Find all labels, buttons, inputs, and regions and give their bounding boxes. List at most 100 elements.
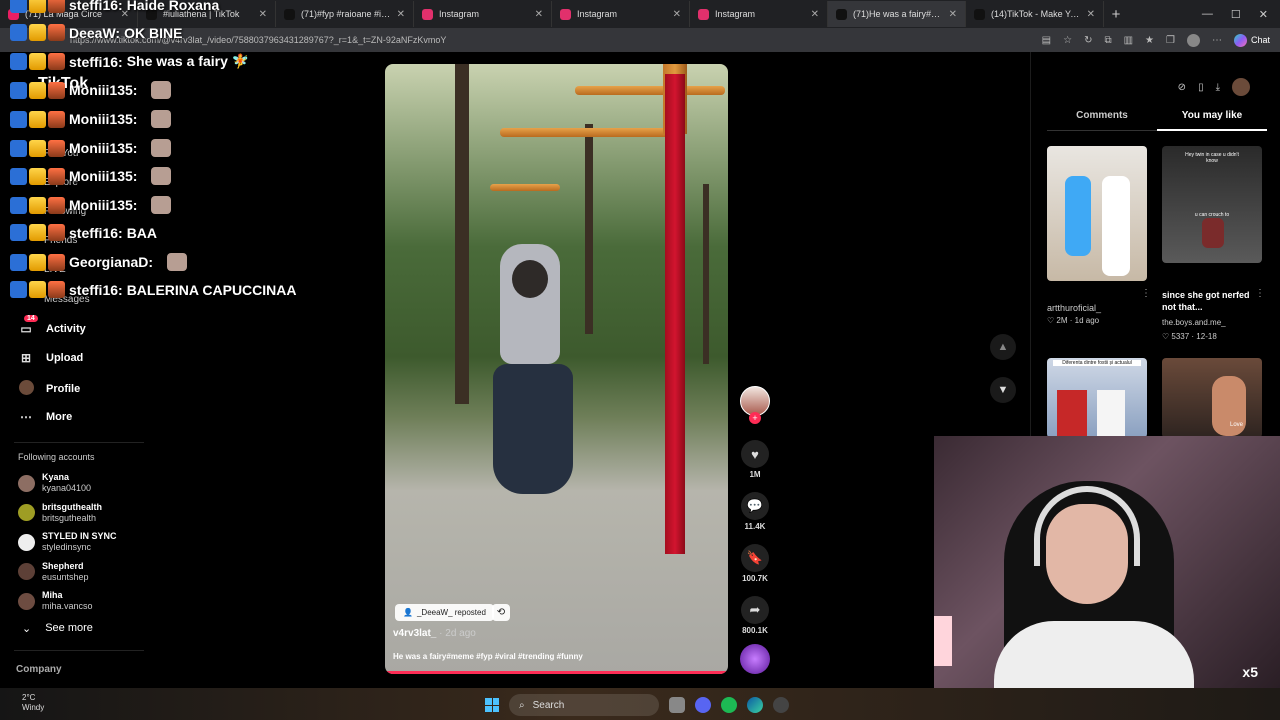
browser-tab[interactable]: (71)He was a fairy#meme ✕: [828, 1, 966, 27]
recommended-thumbnail[interactable]: [1047, 146, 1147, 281]
more-options-icon[interactable]: ⋮: [1141, 288, 1151, 299]
minimize-button[interactable]: —: [1202, 8, 1213, 21]
see-more-button[interactable]: ⌄ See more: [22, 622, 93, 635]
chat-button[interactable]: Chat: [1233, 33, 1270, 47]
share-icon: ➦: [741, 596, 769, 624]
comment-button[interactable]: 💬 11.4K: [739, 492, 771, 531]
obs-icon[interactable]: [773, 697, 789, 713]
heart-icon: ♥: [741, 440, 769, 468]
video-player[interactable]: 👤 _DeeaW_ reposted ⟲ v4rv3lat_ · 2d ago H…: [385, 64, 728, 674]
chat-message: steffi16: BAA: [10, 224, 157, 241]
browser-tab[interactable]: Instagram ✕: [414, 1, 552, 27]
emote-icon: [167, 253, 188, 271]
share-count: 800.1K: [742, 626, 768, 635]
tab-title: Instagram: [715, 9, 756, 19]
next-video-button[interactable]: ▼: [990, 377, 1016, 403]
video-progress-bar[interactable]: [385, 671, 728, 674]
following-account[interactable]: STYLED IN SYNC styledinsync: [18, 531, 117, 553]
reader-icon[interactable]: ▤: [1042, 35, 1051, 46]
edge-icon[interactable]: [747, 697, 763, 713]
sidebar-item-upload[interactable]: ⊞ Upload: [18, 351, 83, 365]
tab-comments[interactable]: Comments: [1047, 110, 1157, 131]
discord-icon[interactable]: [695, 697, 711, 713]
badge-icon: [10, 53, 27, 70]
taskbar: 2°C Windy ⌕ Search: [0, 688, 1280, 720]
previous-video-button[interactable]: ▲: [990, 334, 1016, 360]
close-icon[interactable]: ✕: [535, 9, 543, 20]
video-author[interactable]: v4rv3lat_ · 2d ago: [393, 628, 476, 639]
refresh-icon[interactable]: ↻: [1084, 35, 1092, 46]
sidebar-item-more[interactable]: ⋯ More: [18, 410, 72, 424]
save-count: 100.7K: [742, 574, 768, 583]
tab-you-may-like[interactable]: You may like: [1157, 110, 1267, 131]
following-account[interactable]: Kyana kyana04100: [18, 472, 91, 494]
browser-tab[interactable]: Instagram ✕: [690, 1, 828, 27]
browser-tab[interactable]: (71)#fyp #raioane #iulianab ✕: [276, 1, 414, 27]
tree-trunk: [585, 124, 593, 334]
favorites-icon[interactable]: ★: [1145, 35, 1154, 46]
more-options-icon[interactable]: ⋮: [1255, 288, 1265, 299]
following-account[interactable]: Shepherd eusuntshep: [18, 561, 89, 583]
close-window-button[interactable]: ✕: [1259, 8, 1268, 21]
extensions-icon[interactable]: ⧉: [1104, 35, 1111, 46]
rec-author[interactable]: the.boys.and.me_: [1162, 318, 1226, 327]
recommended-thumbnail[interactable]: Diferenta dintre fostii și actualul: [1047, 358, 1147, 438]
like-button[interactable]: ♥ 1M: [739, 440, 771, 479]
phone-icon[interactable]: ▯: [1198, 82, 1204, 93]
file-explorer-icon[interactable]: [669, 697, 685, 713]
user-avatar[interactable]: [1232, 78, 1250, 96]
account-handle: eusuntshep: [42, 571, 89, 582]
close-icon[interactable]: ✕: [673, 9, 681, 20]
profile-avatar[interactable]: [1186, 33, 1200, 47]
person-legs: [493, 364, 573, 494]
recommended-thumbnail[interactable]: Love: [1162, 358, 1262, 438]
account-handle: styledinsync: [42, 542, 92, 552]
collections-icon[interactable]: ❐: [1166, 35, 1175, 46]
close-icon[interactable]: ✕: [1087, 9, 1095, 20]
close-icon[interactable]: ✕: [811, 9, 819, 20]
browser-tab[interactable]: (14)TikTok - Make Your ✕: [966, 1, 1104, 27]
rec-meta: ♡ 2M · 1d ago: [1047, 316, 1100, 325]
maximize-button[interactable]: ☐: [1231, 8, 1241, 21]
rec-author[interactable]: artthuroficial_: [1047, 302, 1101, 314]
thumb-figure: [1065, 176, 1091, 256]
close-icon[interactable]: ✕: [949, 9, 957, 20]
chat-username: Moniii135:: [69, 111, 138, 127]
avatar: [18, 592, 35, 610]
url-field[interactable]: https://www.tiktok.com/@v4rv3lat_/video/…: [70, 35, 1042, 45]
sidebar-item-profile[interactable]: Profile: [18, 380, 80, 398]
split-screen-icon[interactable]: ▥: [1124, 35, 1133, 46]
badge-icon: [10, 253, 27, 271]
sidebar-item-activity[interactable]: ▭ 14 Activity: [18, 315, 86, 336]
compass-icon[interactable]: ⊘: [1178, 82, 1186, 93]
new-tab-button[interactable]: +: [1104, 6, 1128, 23]
emote-icon: [151, 110, 172, 128]
rec-caption[interactable]: since she got nerfed not that...: [1162, 289, 1252, 313]
company-link[interactable]: Company: [16, 664, 62, 675]
thumb-text: Diferenta dintre fostii și actualul: [1053, 360, 1141, 366]
badge-icon: [10, 0, 27, 13]
repost-icon[interactable]: ⟲: [492, 604, 510, 621]
favorite-star-icon[interactable]: ☆: [1063, 35, 1072, 46]
menu-icon[interactable]: ⋯: [1212, 35, 1222, 46]
spotify-icon[interactable]: [721, 697, 737, 713]
music-disc-button[interactable]: [739, 644, 771, 674]
close-icon[interactable]: ✕: [397, 9, 405, 20]
recommended-thumbnail[interactable]: Hey twin in case u didn't know u can cro…: [1162, 146, 1262, 263]
weather-widget[interactable]: 2°C Windy: [22, 693, 44, 713]
share-button[interactable]: ➦ 800.1K: [739, 596, 771, 635]
fox-badge-icon: [48, 167, 65, 185]
following-account[interactable]: Miha miha.vancso: [18, 590, 93, 612]
follow-plus-icon[interactable]: +: [749, 412, 761, 424]
windows-start-icon[interactable]: [485, 698, 499, 712]
browser-tab[interactable]: Instagram ✕: [552, 1, 690, 27]
reposted-tag[interactable]: 👤 _DeeaW_ reposted: [395, 604, 494, 621]
sidebar-item-label: Upload: [46, 352, 84, 364]
save-button[interactable]: 🔖 100.7K: [739, 544, 771, 583]
creator-avatar-button[interactable]: +: [739, 386, 771, 424]
following-account[interactable]: britsguthealth britsguthealth: [18, 502, 102, 524]
download-icon[interactable]: ⤓: [1216, 82, 1220, 93]
tree-trunk: [455, 64, 469, 404]
taskbar-search[interactable]: ⌕ Search: [509, 694, 659, 716]
close-icon[interactable]: ✕: [259, 9, 267, 20]
